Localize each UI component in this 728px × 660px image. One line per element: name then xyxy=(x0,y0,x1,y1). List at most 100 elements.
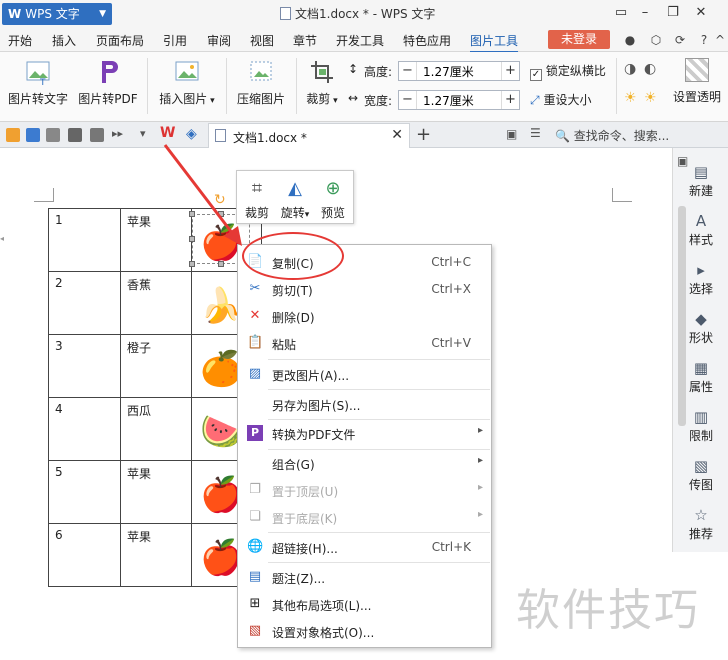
app-menu-button[interactable]: W WPS 文字 ▼ xyxy=(2,3,112,25)
pic-to-text-button[interactable]: T 图片转文字 xyxy=(6,58,70,107)
width-stepper[interactable]: − + xyxy=(398,90,520,110)
menu-item-layout-options[interactable]: ⊞ 其他布局选项(L)... xyxy=(238,591,491,618)
search-box[interactable]: 🔍 查找命令、搜索... xyxy=(555,127,669,144)
color-icon[interactable]: ◑ xyxy=(624,61,636,77)
menu-separator xyxy=(268,532,490,533)
fruit-image[interactable]: 🍊 xyxy=(200,349,242,389)
row-number: 1 xyxy=(48,208,121,272)
width-input[interactable] xyxy=(423,92,493,108)
collapse-icon[interactable]: ^ xyxy=(712,32,728,48)
fruit-name: 橙子 xyxy=(120,334,192,398)
menu-special[interactable]: 特色应用 xyxy=(403,32,451,49)
maximize-button[interactable]: ❐ xyxy=(664,4,682,22)
close-button[interactable]: ✕ xyxy=(692,4,710,22)
fruit-image[interactable]: 🍎 xyxy=(200,538,242,578)
row-number: 5 xyxy=(48,460,121,524)
export-icon[interactable] xyxy=(46,128,60,142)
menu-separator xyxy=(268,389,490,390)
crop-button[interactable]: 裁剪 ▾ xyxy=(302,58,342,107)
skin-circle-icon[interactable]: ● xyxy=(622,32,638,48)
brightness-down-icon[interactable]: ☀ xyxy=(644,90,657,106)
submenu-arrow-icon: ▸ xyxy=(477,455,483,466)
menu-review[interactable]: 审阅 xyxy=(207,32,231,49)
menu-developer[interactable]: 开发工具 xyxy=(336,32,384,49)
menu-item-hyperlink[interactable]: 🌐 超链接(H)... Ctrl+K xyxy=(238,534,491,561)
menu-item-delete[interactable]: ✕ 删除(D) xyxy=(238,303,491,330)
help-icon[interactable]: ? xyxy=(696,32,712,48)
menu-item-change-picture[interactable]: ▨ 更改图片(A)... xyxy=(238,361,491,388)
height-decrease-button[interactable]: − xyxy=(399,62,417,80)
menu-item-save-as-picture[interactable]: 另存为图片(S)... xyxy=(238,391,491,418)
fruit-name: 西瓜 xyxy=(120,397,192,461)
minimize-button[interactable]: – xyxy=(636,4,654,22)
mini-preview-button[interactable]: ⊕ 预览 xyxy=(315,174,351,221)
highlight-ellipse xyxy=(242,232,344,280)
resize-handle[interactable] xyxy=(189,261,195,267)
close-tab-icon[interactable]: ✕ xyxy=(391,127,403,143)
new-tab-button[interactable]: + xyxy=(416,124,431,145)
table-row: 3 橙子 🍊 xyxy=(48,334,262,398)
menu-insert[interactable]: 插入 xyxy=(52,32,76,49)
menu-start[interactable]: 开始 xyxy=(8,32,32,49)
ribbon: T 图片转文字 图片转PDF 插入图片 ▾ 压缩图片 裁剪 ▾ ↕ 高度: − xyxy=(0,52,728,122)
format-icon: ▧ xyxy=(248,623,262,638)
ribbon-separator xyxy=(226,58,227,114)
hyperlink-icon: 🌐 xyxy=(247,539,264,554)
panel-icon: ▤ xyxy=(693,163,709,181)
menu-chapter[interactable]: 章节 xyxy=(293,32,317,49)
insert-picture-button[interactable]: 插入图片 ▾ xyxy=(154,58,220,107)
screen-icon[interactable]: ▣ xyxy=(506,127,517,141)
chevron-down-icon: ▾ xyxy=(330,96,338,106)
change-picture-icon: ▨ xyxy=(248,366,262,381)
menu-item-convert-pdf[interactable]: P 转换为PDF文件 ▸ xyxy=(238,420,491,447)
picture-icon xyxy=(173,58,201,86)
panel-button-7[interactable]: ☆ 推荐 xyxy=(673,505,728,542)
preview-icon[interactable] xyxy=(90,128,104,142)
menu-reference[interactable]: 引用 xyxy=(163,32,187,49)
table-row: 6 苹果 🍎 xyxy=(48,523,262,587)
height-stepper[interactable]: − + xyxy=(398,61,520,81)
contrast-icon[interactable]: ◐ xyxy=(644,61,656,77)
lock-ratio-checkbox[interactable]: ✓ 锁定纵横比 xyxy=(530,62,606,81)
height-increase-button[interactable]: + xyxy=(501,62,519,80)
list-icon[interactable]: ☰ xyxy=(530,126,541,140)
menu-item-paste[interactable]: 📋 粘贴 Ctrl+V xyxy=(238,330,491,357)
app-name: WPS 文字 xyxy=(25,7,80,21)
delete-icon: ✕ xyxy=(249,308,261,323)
fruit-image[interactable]: 🍎 xyxy=(200,475,242,515)
menu-picture-tools[interactable]: 图片工具 xyxy=(470,32,519,53)
print-icon[interactable] xyxy=(68,128,82,142)
menu-item-format-object[interactable]: ▧ 设置对象格式(O)... xyxy=(238,618,491,645)
reset-size-button[interactable]: ⤢ 重设大小 xyxy=(530,91,591,108)
brightness-up-icon[interactable]: ☀ xyxy=(624,90,637,106)
set-transparent-button[interactable]: 设置透明 xyxy=(666,58,728,105)
mini-rotate-button[interactable]: ◭ 旋转▾ xyxy=(275,174,315,221)
resize-handle[interactable] xyxy=(218,261,224,267)
panel-button-0[interactable]: ▤ 新建 xyxy=(673,162,728,199)
menu-view[interactable]: 视图 xyxy=(250,32,274,49)
vertical-scrollbar[interactable] xyxy=(678,206,686,426)
menu-item-cut[interactable]: ✂ 剪切(T) Ctrl+X xyxy=(238,276,491,303)
menu-item-group[interactable]: 组合(G) ▸ xyxy=(238,450,491,477)
open-icon[interactable] xyxy=(6,128,20,142)
menu-item-caption[interactable]: ▤ 题注(Z)... xyxy=(238,564,491,591)
skin-icon[interactable]: ▭ xyxy=(612,4,630,22)
panel-button-6[interactable]: ▧ 传图 xyxy=(673,456,728,493)
login-button[interactable]: 未登录 xyxy=(548,30,610,49)
settings-icon[interactable]: ⬡ xyxy=(648,32,664,48)
width-decrease-button[interactable]: − xyxy=(399,91,417,109)
save-icon[interactable] xyxy=(26,128,40,142)
fruit-image[interactable]: 🍌 xyxy=(200,286,242,326)
fruit-image[interactable]: 🍉 xyxy=(200,412,242,452)
history-icon[interactable]: ⟳ xyxy=(672,32,688,48)
compress-picture-button[interactable]: 压缩图片 xyxy=(233,58,289,107)
submenu-arrow-icon: ▸ xyxy=(477,509,483,520)
menu-page-layout[interactable]: 页面布局 xyxy=(96,32,144,49)
height-input[interactable] xyxy=(423,63,493,79)
width-increase-button[interactable]: + xyxy=(501,91,519,109)
more-icon[interactable]: ▸▸ xyxy=(112,127,123,140)
dropdown-icon[interactable]: ▾ xyxy=(140,127,146,140)
document-tabs-bar: ▸▸ ▾ W ◈ 文档1.docx * ✕ + ▣ ☰ 🔍 查找命令、搜索... xyxy=(0,122,728,148)
pic-to-pdf-button[interactable]: 图片转PDF xyxy=(76,58,140,107)
wps-w-icon[interactable]: W xyxy=(160,125,175,141)
